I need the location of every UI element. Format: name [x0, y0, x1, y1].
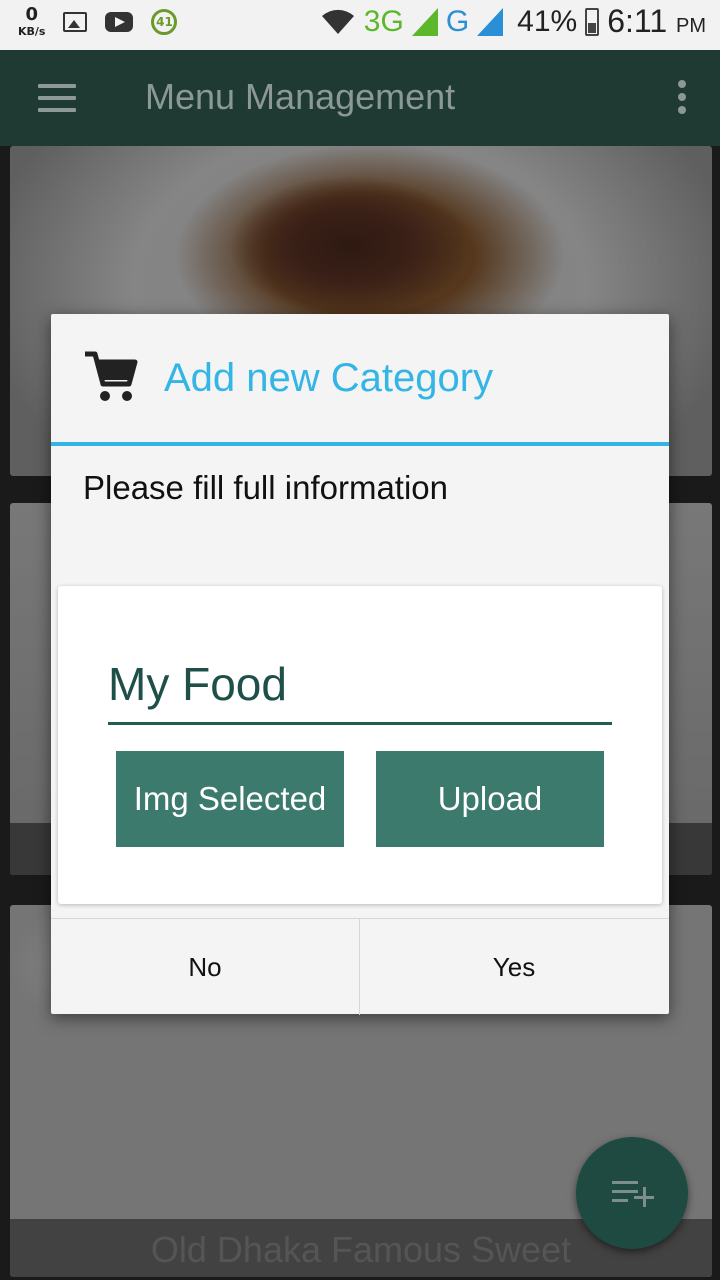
no-button[interactable]: No	[51, 919, 360, 1015]
playlist-add-icon	[612, 1181, 654, 1209]
upload-button[interactable]: Upload	[376, 751, 604, 847]
category-name-input[interactable]	[108, 652, 612, 725]
network-type-3g: 3G	[363, 4, 404, 38]
signal-icon-2	[477, 7, 504, 36]
battery-percent: 41%	[517, 4, 578, 38]
clock-ampm: PM	[676, 15, 706, 37]
image-select-button[interactable]: Img Selected	[116, 751, 344, 847]
add-category-fab[interactable]	[576, 1137, 688, 1249]
signal-icon	[411, 7, 438, 36]
page-title: Menu Management	[145, 76, 456, 117]
shopping-cart-icon	[85, 351, 138, 401]
network-speed-unit: KB/s	[18, 25, 46, 38]
gallery-icon	[63, 11, 88, 32]
youtube-icon	[105, 11, 134, 32]
dialog-actions: No Yes	[51, 918, 669, 1015]
dialog-divider	[51, 442, 669, 446]
network-speed: 0 KB/s	[18, 4, 46, 38]
clock-time: 6:11	[607, 3, 668, 39]
network-speed-value: 0	[25, 4, 38, 25]
yes-button[interactable]: Yes	[360, 919, 668, 1015]
hamburger-icon[interactable]	[38, 84, 76, 112]
network-type-g: G	[445, 4, 470, 38]
wifi-icon	[321, 9, 354, 34]
more-vert-icon[interactable]	[678, 80, 686, 119]
clock: 6:11 PM	[607, 3, 706, 40]
dialog-message: Please fill full information	[83, 469, 448, 506]
category-form: Img Selected Upload	[58, 586, 662, 904]
notification-badge: 41	[151, 8, 178, 35]
dialog-title: Add new Category	[164, 356, 494, 400]
app-bar: Menu Management	[0, 50, 720, 146]
dialog-header: Add new Category	[51, 314, 669, 442]
status-bar: 0 KB/s 41 3G G 41% 6:11 PM	[0, 0, 720, 50]
add-category-dialog: Add new Category Please fill full inform…	[51, 314, 669, 1015]
battery-icon	[585, 7, 600, 36]
